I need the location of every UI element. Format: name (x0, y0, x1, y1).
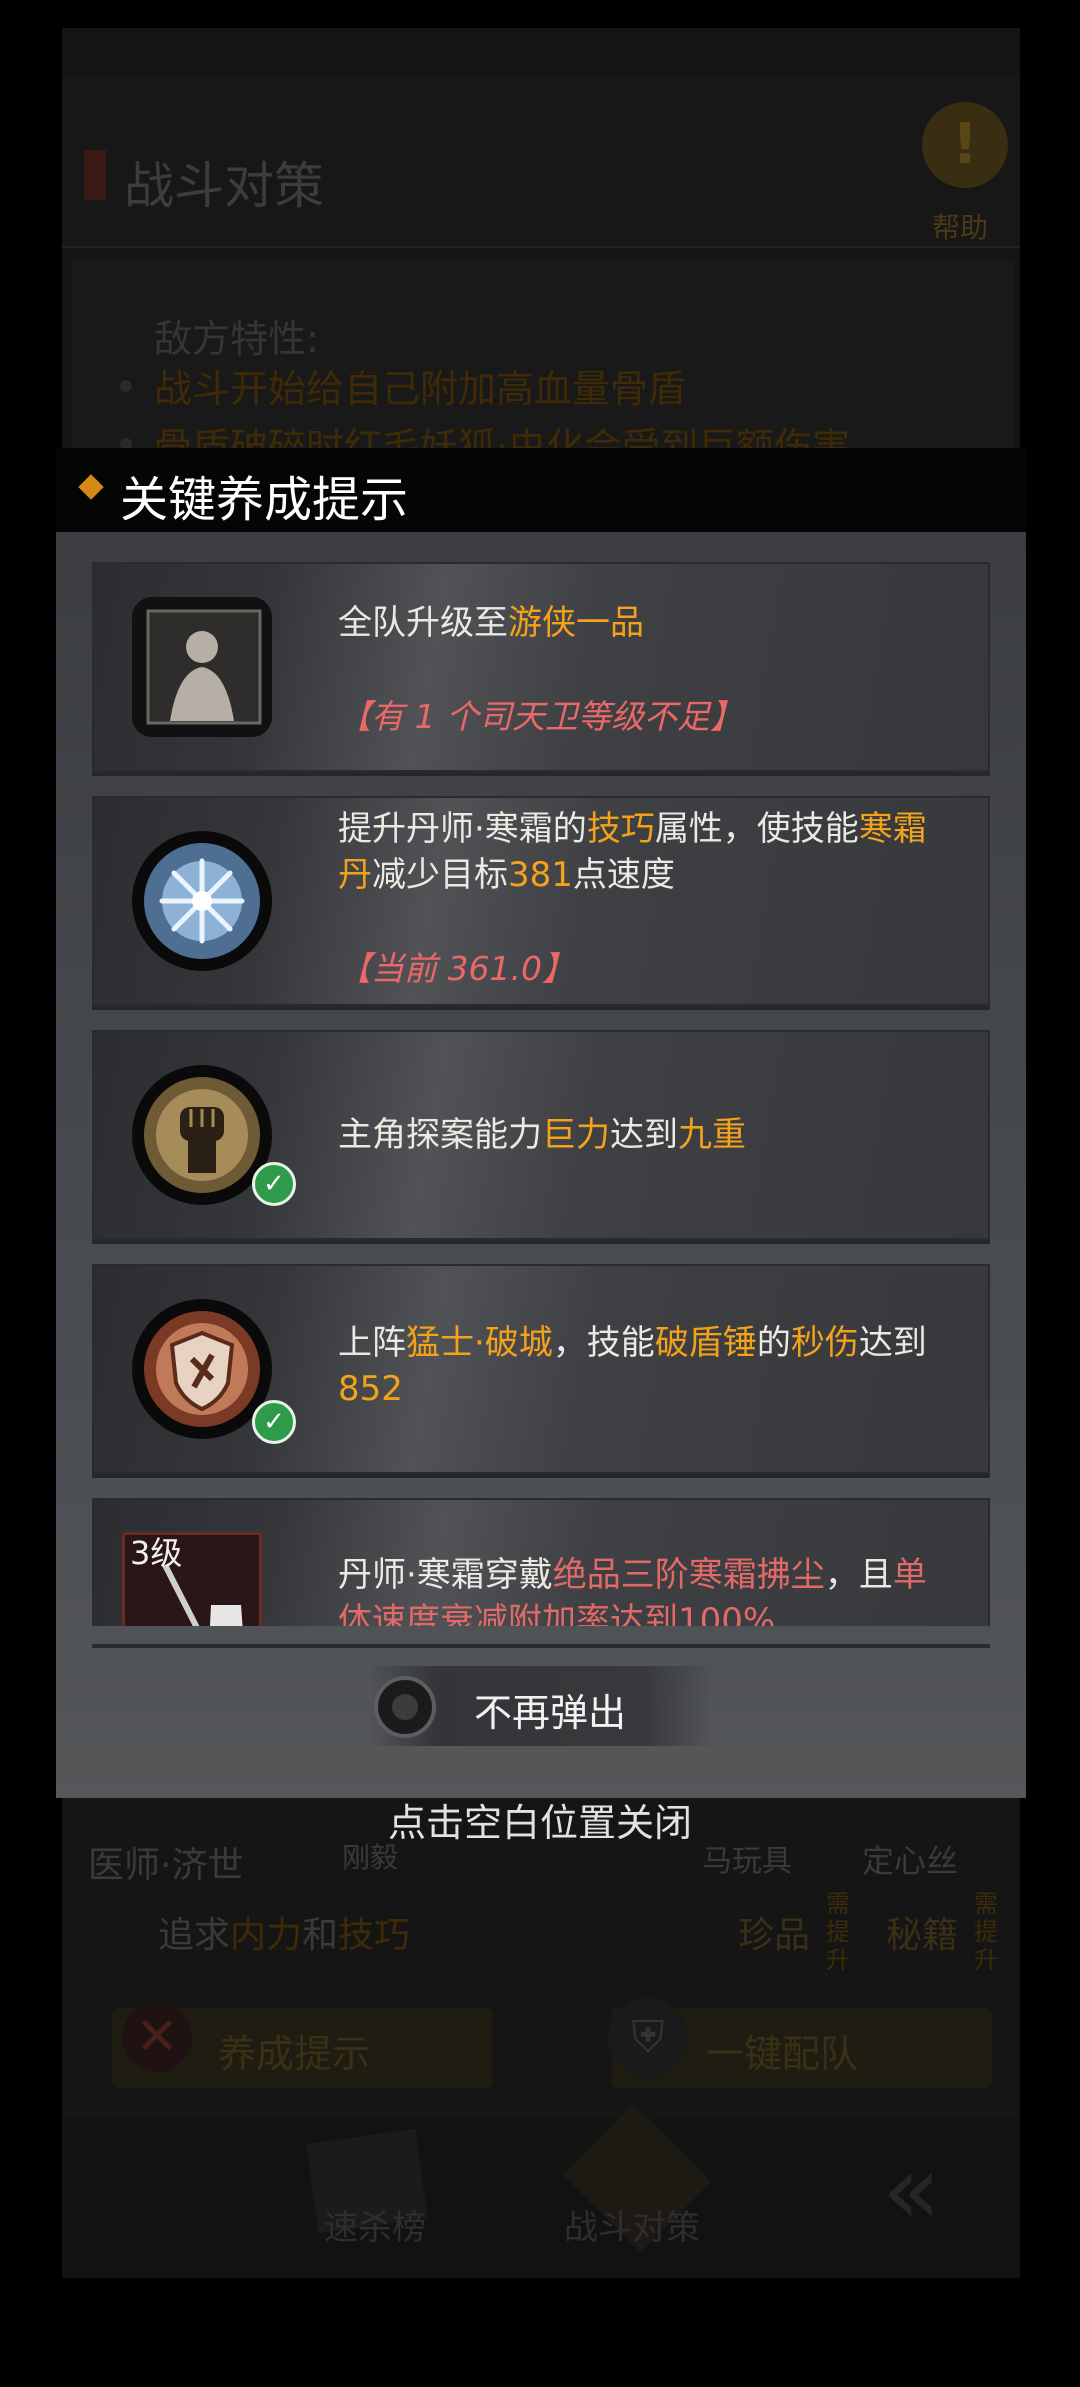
manual-tab: 秘籍 (886, 1915, 959, 1956)
tip-text: 提升丹师·寒霜的技巧属性，使技能寒霜丹减少目标381点速度 (338, 806, 938, 898)
tip-text-part: 的 (756, 1323, 791, 1363)
tip-highlight: 绝品三阶寒霜拂尘 (552, 1555, 825, 1595)
nav-battle-strategy: 战斗对策 (564, 2208, 700, 2248)
tip-text-part: ，且 (824, 1555, 893, 1595)
tip-text: 上阵猛士·破城，技能破盾锤的秒伤达到 852 (338, 1320, 938, 1412)
tip-text-part: 上阵 (338, 1323, 406, 1363)
title-accent-mark (84, 150, 106, 200)
tip-text-part: 达到 (610, 1115, 678, 1155)
growth-tips-panel: 全队升级至游侠一品 【有 1 个司天卫等级不足】 提升丹师·寒霜的技巧属性，使技… (56, 532, 1026, 1798)
tip-text-part: 丹师·寒霜穿戴 (338, 1555, 553, 1595)
enemy-traits-title: 敌方特性: (154, 317, 319, 361)
tip-text-part: 达到 (858, 1323, 927, 1363)
tip-card[interactable]: ✓ 主角探案能力巨力达到九重 (92, 1030, 990, 1240)
need-upgrade-tag: 需提升 (826, 1890, 850, 1974)
tip-card[interactable]: 3级 丹师·寒霜穿戴绝品三阶寒霜拂尘，且单体速度衰减附加率达到100% (92, 1498, 990, 1626)
tip-highlight: 秒伤 (790, 1323, 859, 1363)
tip-highlight: 技巧 (586, 809, 655, 849)
hero-silhouette-icon (132, 597, 272, 737)
pursue-hint: 追求内力和技巧 (158, 1906, 410, 1958)
dont-show-again-radio[interactable] (374, 1676, 436, 1738)
list-divider (92, 1644, 990, 1648)
tip-text-part: ，技能 (552, 1323, 655, 1363)
tip-card[interactable]: 提升丹师·寒霜的技巧属性，使技能寒霜丹减少目标381点速度 【当前 361.0】 (92, 796, 990, 1006)
dont-show-again-label[interactable]: 不再弹出 (474, 1682, 626, 1737)
item-level: 3级 (130, 1534, 183, 1572)
treasure-tab: 珍品 (738, 1915, 811, 1956)
tip-text-part: 属性，使技能 (654, 809, 859, 849)
radio-indicator (392, 1694, 418, 1720)
tip-text-part: 全队升级至 (338, 603, 508, 643)
tip-warning: 【有 1 个司天卫等级不足】 (338, 697, 743, 736)
tip-highlight: 852 (338, 1369, 403, 1409)
fist-icon (132, 1065, 272, 1205)
help-icon: ! (922, 102, 1008, 188)
tip-text: 丹师·寒霜穿戴绝品三阶寒霜拂尘，且单体速度衰减附加率达到100% (338, 1552, 938, 1626)
auto-team-label: 一键配队 (706, 2032, 859, 2076)
bullet-icon (120, 380, 132, 392)
shield-icon: ⛨ (608, 1998, 688, 2078)
background-page-title: 战斗对策 (124, 157, 324, 215)
tip-current-value: 【当前 361.0】 (338, 949, 575, 988)
cards-list[interactable]: 全队升级至游侠一品 【有 1 个司天卫等级不足】 提升丹师·寒霜的技巧属性，使技… (56, 532, 1026, 1626)
tip-text-part: 减少目标 (372, 855, 508, 895)
modal-title: 关键养成提示 (120, 472, 409, 528)
pursue-stat: 内力 (230, 1915, 303, 1956)
frost-crystal-icon (132, 831, 272, 971)
modal-header: 关键养成提示 (56, 448, 1026, 532)
help-label: 帮助 (932, 211, 989, 244)
tip-highlight: 游侠一品 (508, 603, 644, 643)
tip-card[interactable]: ✓ 上阵猛士·破城，技能破盾锤的秒伤达到 852 (92, 1264, 990, 1474)
close-x-icon: ✕ (122, 2002, 192, 2072)
nav-speed-rank: 速杀榜 (324, 2208, 426, 2248)
tip-text: 主角探案能力巨力达到九重 (338, 1112, 938, 1158)
tap-blank-to-close-hint: 点击空白位置关闭 (387, 1801, 692, 1845)
tip-text-part: 点速度 (572, 855, 675, 895)
shield-skill-icon (132, 1299, 272, 1439)
tip-highlight: 破盾锤 (654, 1323, 757, 1363)
tip-text-part: 提升丹师·寒霜的 (338, 809, 587, 849)
pursue-joiner: 和 (302, 1915, 339, 1956)
need-upgrade-tag: 需提升 (974, 1890, 998, 1974)
bottom-nav (62, 2118, 1020, 2278)
tip-highlight: 猛士·破城 (406, 1323, 553, 1363)
tip-highlight: 381 (508, 855, 573, 895)
tip-highlight: 九重 (678, 1115, 746, 1155)
tip-card[interactable]: 全队升级至游侠一品 【有 1 个司天卫等级不足】 (92, 562, 990, 772)
double-chevron-left-icon: « (882, 2134, 941, 2246)
tip-highlight: 巨力 (542, 1115, 610, 1155)
completed-check-icon: ✓ (252, 1162, 296, 1206)
pursue-prefix: 追求 (158, 1915, 231, 1956)
diamond-icon (78, 474, 104, 500)
tip-text-part: 主角探案能力 (338, 1115, 542, 1155)
tip-text: 全队升级至游侠一品 (338, 600, 938, 646)
completed-check-icon: ✓ (252, 1400, 296, 1444)
pursue-stat: 技巧 (338, 1915, 411, 1956)
growth-hint-label: 养成提示 (218, 2032, 371, 2076)
enemy-trait: 战斗开始给自己附加高血量骨盾 (154, 367, 687, 411)
